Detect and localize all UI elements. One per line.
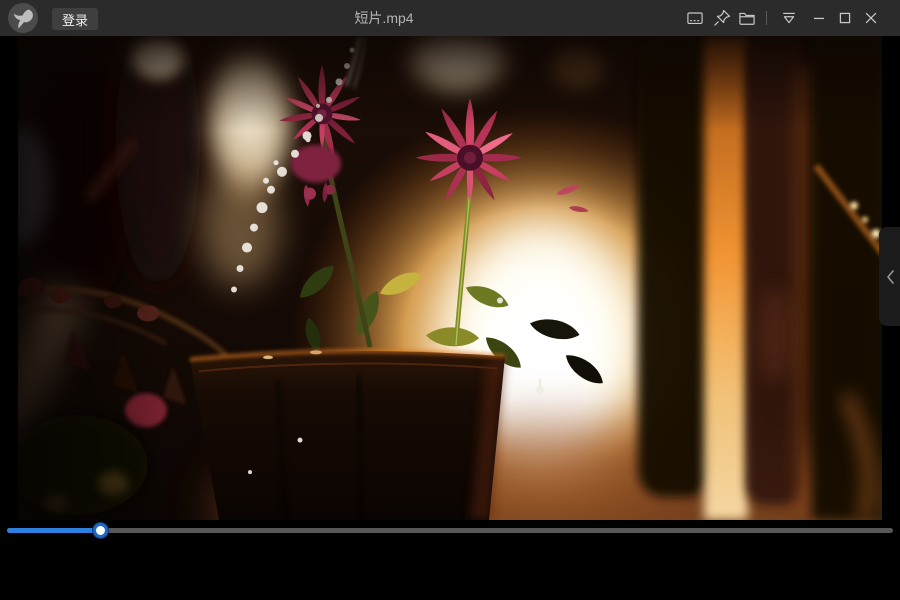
mini-mode-icon[interactable] <box>684 7 706 29</box>
login-button[interactable]: 登录 <box>52 8 99 30</box>
app-logo-icon[interactable] <box>8 3 38 33</box>
close-button[interactable] <box>860 7 882 29</box>
seek-handle[interactable] <box>92 523 108 538</box>
seek-fill <box>7 528 101 533</box>
minimize-button[interactable] <box>808 7 830 29</box>
pin-icon[interactable] <box>711 7 733 29</box>
player-window: 登录 短片.mp4 <box>0 0 900 600</box>
chevron-left-icon <box>886 269 894 284</box>
main-menu-icon[interactable] <box>778 7 800 29</box>
titlebar[interactable]: 登录 短片.mp4 <box>0 0 900 36</box>
open-file-icon[interactable] <box>736 7 758 29</box>
titlebar-divider <box>766 11 767 25</box>
video-canvas[interactable] <box>18 36 882 520</box>
seek-bar[interactable] <box>7 523 893 538</box>
window-title: 短片.mp4 <box>354 10 414 26</box>
control-bar: 00:00:03 / 00:00:30 <box>0 520 900 600</box>
video-area[interactable] <box>0 36 900 520</box>
playlist-expand-tab[interactable] <box>879 227 900 326</box>
maximize-button[interactable] <box>834 7 856 29</box>
